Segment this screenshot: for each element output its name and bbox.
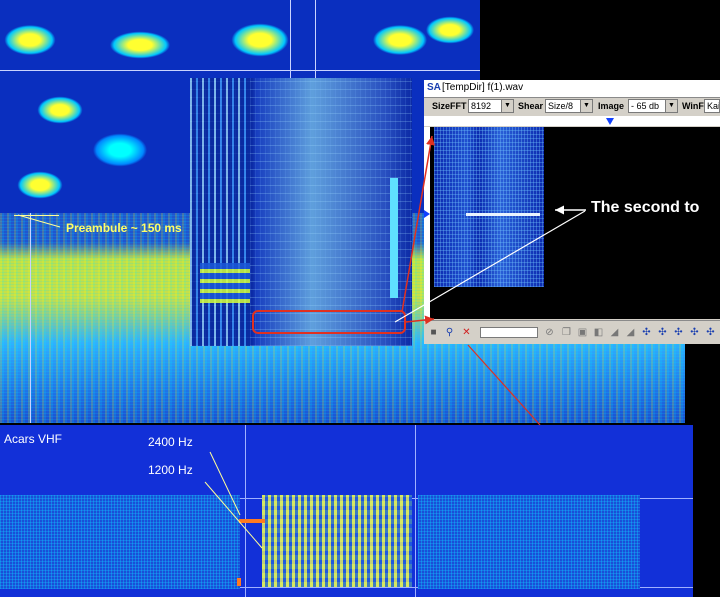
freq-label-2400: 2400 Hz [148,435,193,449]
image-select[interactable]: - 65 db ▼ [628,99,678,113]
ramp-icon[interactable]: ◢ [625,327,636,338]
frame-icon[interactable]: ▣ [577,327,588,338]
ramp-icon[interactable]: ◢ [609,327,620,338]
image-label: Image [598,101,625,111]
sa-bottom-toolbar: ■ ⚲ ✕ ⊘ ❐ ▣ ◧ ◢ ◢ ✣ ✣ ✣ ✣ ✣ [424,320,720,344]
shear-value: Size/8 [548,101,574,111]
zoom-icon[interactable]: ⚲ [444,327,455,338]
noise-floor [418,495,640,589]
second-tone-line [466,213,540,216]
tool-icon[interactable]: ✣ [689,327,700,338]
tool-icon[interactable]: ✣ [641,327,652,338]
tone-marker [239,519,265,523]
middle-spectrogram [190,78,412,346]
tool-icon[interactable]: ✣ [705,327,716,338]
size-fft-select[interactable]: 8192 ▼ [468,99,514,113]
progress-bar [480,327,538,338]
time-ruler [424,127,430,319]
tone-marker [237,578,241,586]
panel-icon[interactable]: ◧ [593,327,604,338]
grid-line [0,70,480,71]
window-title: [TempDir] f(1).wav [442,82,524,93]
winf-label: WinF [682,101,704,111]
stop-icon[interactable]: ■ [428,327,439,338]
acars-burst [262,495,412,587]
shear-label: Shear [518,101,544,111]
tool-icon[interactable]: ✣ [673,327,684,338]
close-icon[interactable]: ✕ [461,327,472,338]
sa-spectrogram [434,127,544,287]
freq-label-1200: 1200 Hz [148,463,193,477]
annotation-text: The second to [591,199,700,216]
frequency-ruler [424,116,720,126]
grid-line [30,213,31,423]
bright-signal-block [200,263,250,303]
noise-floor [0,495,240,589]
carrier-stripe [390,178,398,298]
copy-icon[interactable]: ❐ [561,327,572,338]
sa-titlebar[interactable]: SA [TempDir] f(1).wav [424,80,720,98]
signal-columns [190,78,250,346]
size-fft-value: 8192 [471,101,492,111]
highlight-box [252,310,406,334]
acars-title: Acars VHF [4,432,63,446]
chevron-down-icon: ▼ [580,100,592,112]
grid-line [245,425,246,597]
frequency-marker-icon[interactable] [606,118,614,125]
winf-value: Kai [707,101,720,111]
chevron-down-icon: ▼ [501,100,513,112]
preamble-label: Preambule ~ 150 ms [66,221,182,235]
app-icon: SA [427,82,441,93]
tool-icon[interactable]: ✣ [657,327,668,338]
time-marker-icon[interactable] [424,210,430,218]
chevron-down-icon: ▼ [665,100,677,112]
winf-select[interactable]: Kai [704,99,720,113]
sa-toolbar: SizeFFT 8192 ▼ Shear Size/8 ▼ Image - 65… [424,98,720,116]
image-value: - 65 db [631,101,660,111]
cancel-icon[interactable]: ⊘ [544,327,555,338]
preamble-marker [14,215,59,216]
grid-line [415,425,416,597]
size-fft-label: SizeFFT [432,101,467,111]
shear-select[interactable]: Size/8 ▼ [545,99,593,113]
